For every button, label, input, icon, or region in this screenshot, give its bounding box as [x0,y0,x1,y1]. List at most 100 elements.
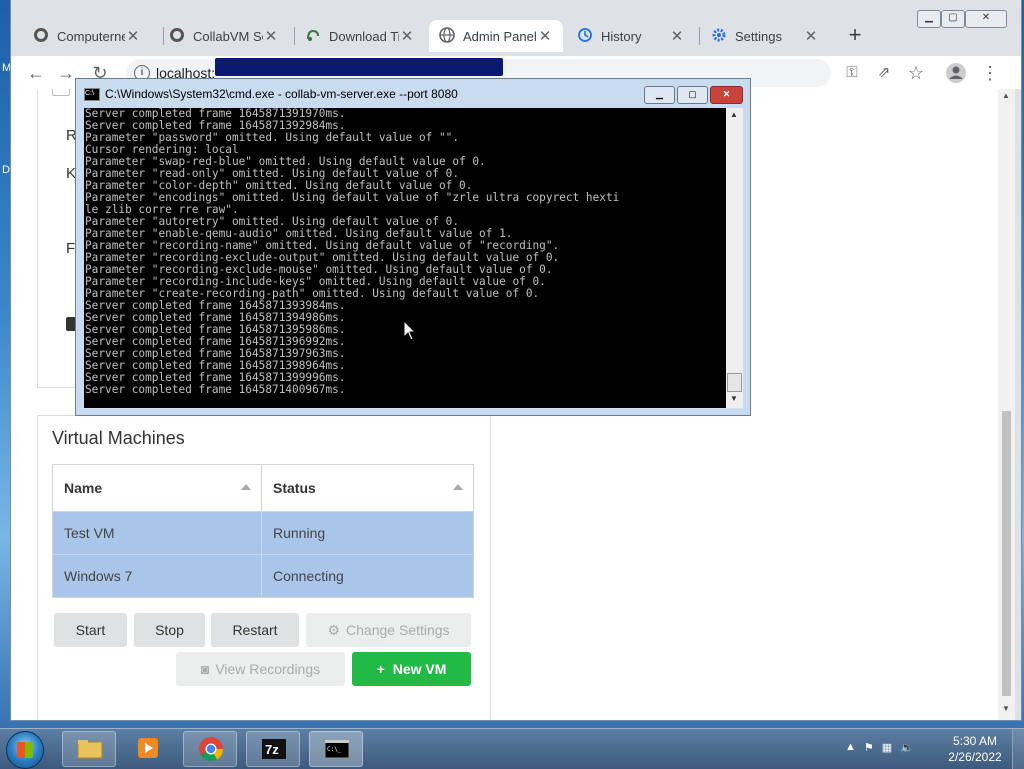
gear-icon: ⚙ [327,622,341,638]
minimize-button[interactable]: ▁ [644,86,675,104]
close-icon[interactable]: ✕ [537,27,553,45]
taskbar-chrome[interactable] [183,731,237,767]
taskbar-cmd[interactable]: C:\_ [309,731,363,767]
table-row[interactable]: Windows 7 Connecting [52,554,474,598]
start-button[interactable] [6,731,44,769]
back-button[interactable]: ← [25,62,47,84]
tab-title: History [601,28,642,44]
menu-kebab-icon[interactable]: ⋮ [979,62,1001,84]
restart-button[interactable]: Restart [211,613,299,647]
console-scrollbar[interactable]: ▲ ▼ [726,108,743,408]
gear-icon [711,27,727,46]
field-label: F [66,240,76,257]
close-icon[interactable]: ✕ [263,27,279,45]
tab-download[interactable]: Download Ti ✕ [295,20,425,52]
profile-avatar-icon[interactable] [945,62,967,84]
tab-separator [699,27,700,45]
taskbar-7zip[interactable]: 7z [246,731,300,767]
tab-title: Download Ti [329,28,399,44]
tab-history[interactable]: History ✕ [567,20,695,52]
close-window-button[interactable]: ✕ [965,10,1007,28]
console-text: Server completed frame 1645871391970ms. … [85,108,620,396]
globe-icon [439,26,455,46]
tab-settings[interactable]: Settings ✕ [701,20,829,52]
tab-title: CollabVM Se [193,28,263,44]
scroll-up-icon[interactable]: ▲ [730,110,738,119]
arrow-right-icon: → [57,63,75,83]
close-icon[interactable]: ✕ [669,27,685,45]
sort-asc-icon [241,484,251,490]
cmd-window[interactable]: C:\ C:\Windows\System32\cmd.exe - collab… [75,78,751,416]
taskbar-media-player[interactable] [122,731,176,767]
network-icon[interactable]: ▦ [882,741,892,754]
windows-logo-icon [17,742,33,758]
tab-collabvm[interactable]: CollabVM Se ✕ [159,20,289,52]
share-icon[interactable]: ⇗ [873,62,895,84]
volume-icon[interactable]: 🔈 [900,741,914,754]
cmd-icon: C:\ [84,87,100,101]
camera-icon: ◙ [200,661,210,677]
close-window-button[interactable]: ✕ [710,86,743,104]
show-desktop-button[interactable] [1012,729,1024,769]
sort-asc-icon [453,484,463,490]
vm-name-cell: Windows 7 [52,554,262,598]
bookmark-star-icon[interactable]: ☆ [905,62,927,84]
stop-button[interactable]: Stop [134,613,205,647]
tab-computernest[interactable]: Computernest ✕ [23,20,151,52]
system-tray: ▲ ⚑ ▦ 🔈 [845,741,914,754]
taskbar-explorer[interactable] [62,731,116,767]
history-icon [577,27,593,46]
tab-admin-panel[interactable]: Admin Panel ✕ [429,20,563,52]
checkbox[interactable] [52,89,70,96]
tab-title: Admin Panel [463,28,537,44]
7zip-icon: 7z [262,739,286,759]
scroll-down-icon[interactable]: ▼ [730,394,738,403]
table-row[interactable]: Test VM Running [52,511,474,555]
scrollbar-thumb[interactable] [727,373,742,392]
clock-time: 5:30 AM [952,734,998,748]
forward-button[interactable]: → [55,62,77,84]
svg-text:7z: 7z [265,742,279,757]
vm-status-cell: Connecting [261,554,474,598]
button-label: Start [75,622,106,638]
scrollbar-thumb[interactable] [1002,411,1011,696]
github-icon [169,27,185,46]
view-recordings-button[interactable]: ◙ View Recordings [176,652,345,686]
scroll-up-icon[interactable]: ▲ [1002,91,1010,100]
clock[interactable]: 5:30 AM 2/26/2022 [940,733,1010,765]
column-label: Status [273,480,316,496]
console-output[interactable]: Server completed frame 1645871391970ms. … [84,108,726,408]
start-button[interactable]: Start [54,613,127,647]
new-tab-button[interactable]: + [843,24,867,48]
github-icon [33,27,49,46]
chevron-up-icon[interactable]: ▲ [845,741,856,754]
cmd-titlebar[interactable]: C:\ C:\Windows\System32\cmd.exe - collab… [84,87,458,101]
desktop-icon-label: D [2,164,10,176]
button-label: New VM [392,661,447,677]
button-label: View Recordings [215,661,321,677]
scroll-down-icon[interactable]: ▼ [1002,704,1010,713]
desktop-icon-label: M [2,62,12,74]
svg-text:C:\_: C:\_ [327,746,342,753]
maximize-button[interactable]: ▢ [677,86,708,104]
vm-name-cell: Test VM [52,511,262,555]
close-icon[interactable]: ✕ [803,27,819,45]
download-icon [305,27,321,46]
close-icon[interactable]: ✕ [125,27,141,45]
chrome-icon [199,737,223,762]
mouse-cursor-icon [403,320,417,341]
column-header-status[interactable]: Status [261,464,474,512]
maximize-button[interactable]: ▢ [941,10,965,28]
tab-title: Settings [735,28,782,44]
page-scrollbar[interactable]: ▲ ▼ [998,89,1015,720]
explorer-icon [77,740,103,759]
minimize-button[interactable]: ▁ [917,10,941,28]
column-header-name[interactable]: Name [52,464,262,512]
key-icon[interactable]: ⚿ [841,62,863,84]
new-vm-button[interactable]: + New VM [352,652,471,686]
clock-date: 2/26/2022 [948,750,1002,764]
vm-table: Name Status Test VM Running Windows 7 Co… [52,464,474,598]
change-settings-button[interactable]: ⚙ Change Settings [306,613,471,647]
close-icon[interactable]: ✕ [399,27,415,45]
action-center-icon[interactable]: ⚑ [864,741,874,754]
